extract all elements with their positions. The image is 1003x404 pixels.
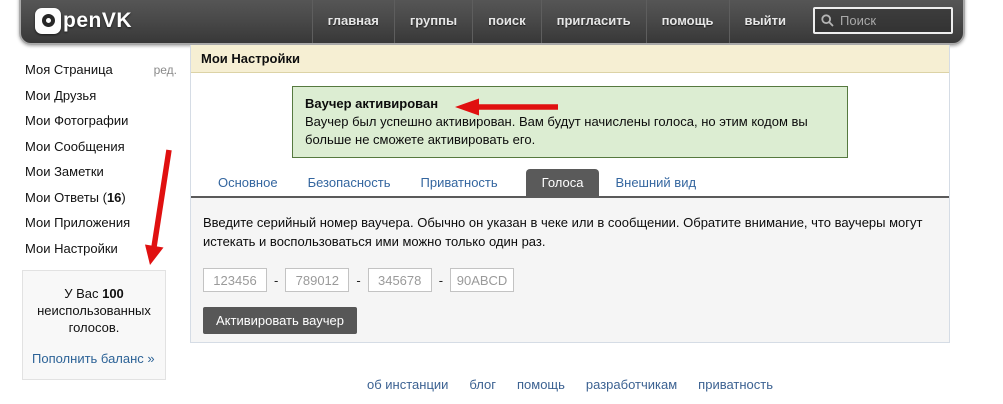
voucher-field-2[interactable] bbox=[285, 268, 349, 292]
success-message: Ваучер активирован Ваучер был успешно ак… bbox=[292, 86, 848, 158]
voucher-field-1[interactable] bbox=[203, 268, 267, 292]
search-icon bbox=[821, 14, 834, 27]
sidebar-item-my-page[interactable]: Моя Страница ред. bbox=[25, 62, 177, 88]
sidebar-item-my-settings[interactable]: Мои Настройки bbox=[25, 241, 177, 267]
votes-panel: Введите серийный номер ваучера. Обычно о… bbox=[191, 198, 949, 342]
main-content: Мои Настройки Ваучер активирован Ваучер … bbox=[190, 45, 950, 343]
nav-menu: главная группы поиск пригласить помощь в… bbox=[312, 0, 801, 43]
answers-count: 16 bbox=[107, 190, 121, 205]
sidebar-item-my-friends[interactable]: Мои Друзья bbox=[25, 88, 177, 114]
nav-item-logout[interactable]: выйти bbox=[729, 0, 801, 43]
navbar-search-box[interactable] bbox=[813, 7, 953, 34]
top-navbar: penVK главная группы поиск пригласить по… bbox=[19, 0, 965, 45]
sidebar: Моя Страница ред. Мои Друзья Мои Фотогра… bbox=[25, 62, 177, 266]
sidebar-item-my-apps[interactable]: Мои Приложения bbox=[25, 215, 177, 241]
tab-general[interactable]: Основное bbox=[216, 169, 280, 196]
voucher-code-row: - - - bbox=[203, 268, 937, 292]
logo-text: penVK bbox=[63, 9, 132, 33]
sidebar-item-my-notes[interactable]: Мои Заметки bbox=[25, 164, 177, 190]
top-up-balance-link[interactable]: Пополнить баланс » bbox=[32, 351, 156, 366]
nav-item-help[interactable]: помощь bbox=[646, 0, 729, 43]
search-input[interactable] bbox=[840, 13, 945, 28]
voucher-field-3[interactable] bbox=[368, 268, 432, 292]
footer-link-help[interactable]: помощь bbox=[517, 377, 565, 392]
settings-tabs: Основное Безопасность Приватность Голоса… bbox=[191, 169, 949, 196]
voucher-field-4[interactable] bbox=[450, 268, 514, 292]
tab-privacy[interactable]: Приватность bbox=[419, 169, 500, 196]
votes-count: 100 bbox=[102, 286, 124, 301]
page-title: Мои Настройки bbox=[191, 45, 949, 73]
footer-link-developers[interactable]: разработчикам bbox=[586, 377, 677, 392]
nav-item-invite[interactable]: пригласить bbox=[541, 0, 646, 43]
openvk-logo-icon bbox=[35, 8, 61, 34]
voucher-instructions: Введите серийный номер ваучера. Обычно о… bbox=[203, 213, 938, 251]
sidebar-item-my-answers[interactable]: Мои Ответы (16) bbox=[25, 190, 177, 216]
sidebar-item-my-photos[interactable]: Мои Фотографии bbox=[25, 113, 177, 139]
tab-appearance[interactable]: Внешний вид bbox=[613, 169, 698, 196]
balance-box: У Вас 100 неиспользованных голосов. Попо… bbox=[22, 270, 166, 380]
balance-text: У Вас 100 неиспользованных голосов. bbox=[32, 285, 156, 336]
navbar-inner: penVK главная группы поиск пригласить по… bbox=[21, 0, 963, 43]
sidebar-item-my-messages[interactable]: Мои Сообщения bbox=[25, 139, 177, 165]
nav-item-search[interactable]: поиск bbox=[472, 0, 541, 43]
tab-security[interactable]: Безопасность bbox=[306, 169, 393, 196]
page: penVK главная группы поиск пригласить по… bbox=[0, 0, 1003, 404]
nav-item-groups[interactable]: группы bbox=[394, 0, 472, 43]
nav-item-home[interactable]: главная bbox=[312, 0, 394, 43]
footer: об инстанции блог помощь разработчикам п… bbox=[190, 377, 950, 392]
footer-link-blog[interactable]: блог bbox=[469, 377, 496, 392]
footer-link-about[interactable]: об инстанции bbox=[367, 377, 448, 392]
activate-voucher-button[interactable]: Активировать ваучер bbox=[203, 307, 357, 334]
message-wrap: Ваучер активирован Ваучер был успешно ак… bbox=[191, 73, 949, 158]
sidebar-item-label[interactable]: Моя Страница bbox=[25, 62, 113, 77]
success-message-title: Ваучер активирован bbox=[305, 95, 835, 113]
footer-link-privacy[interactable]: приватность bbox=[698, 377, 773, 392]
sidebar-edit-link[interactable]: ред. bbox=[154, 63, 177, 77]
success-message-body: Ваучер был успешно активирован. Вам буду… bbox=[305, 113, 835, 149]
tab-votes[interactable]: Голоса bbox=[526, 169, 600, 196]
openvk-logo[interactable]: penVK bbox=[35, 8, 132, 34]
